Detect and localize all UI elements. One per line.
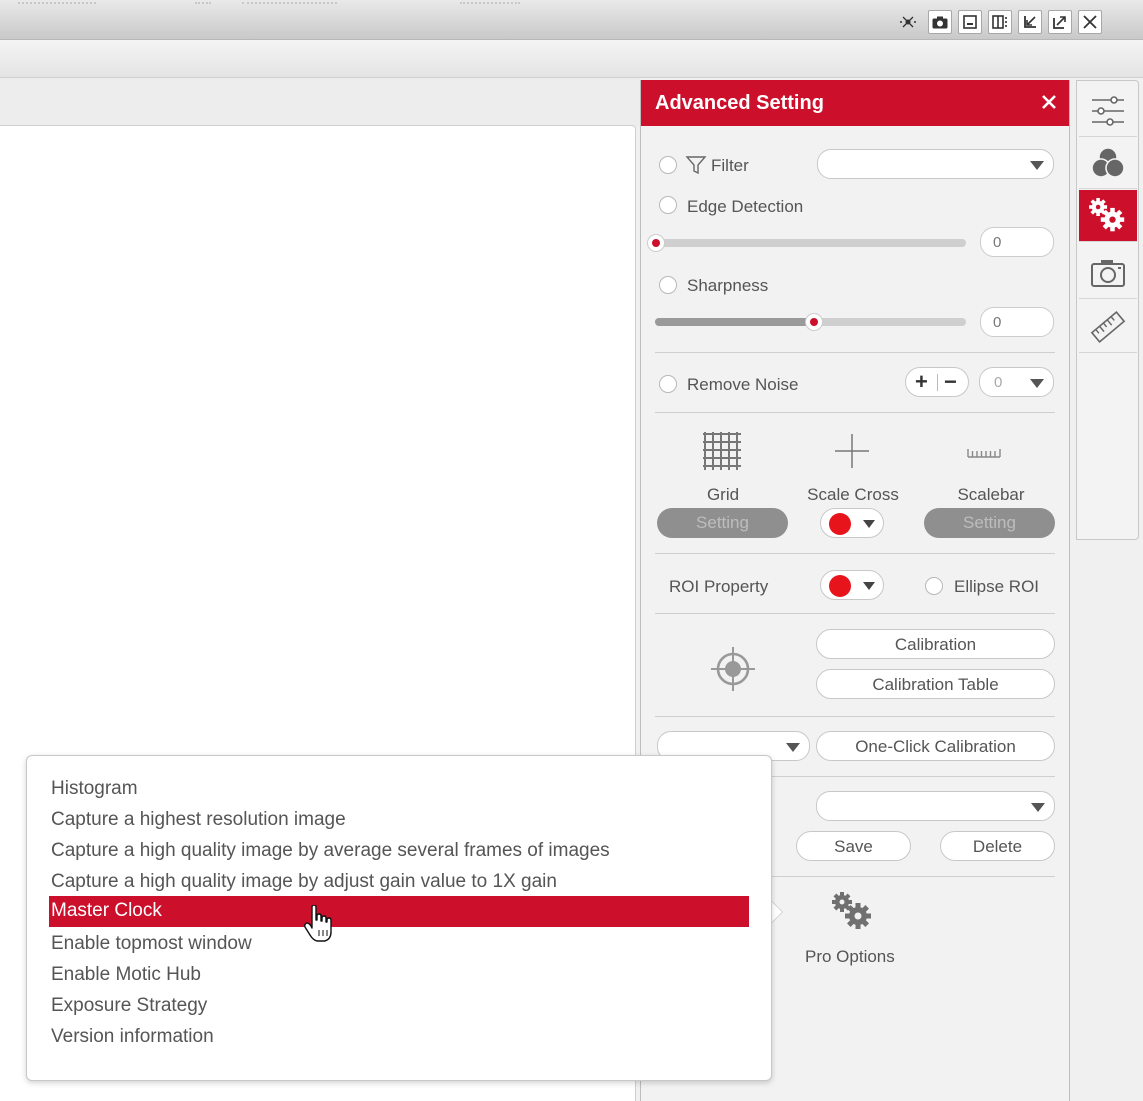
remove-noise-label: Remove Noise <box>687 375 799 394</box>
sharpness-radio[interactable] <box>659 276 677 294</box>
edge-detection-radio[interactable] <box>659 196 677 214</box>
menu-item-master-clock[interactable]: Master Clock <box>49 896 749 927</box>
camera-icon <box>1091 259 1125 287</box>
sharpness-value[interactable]: 0 <box>980 307 1054 337</box>
divider <box>655 613 1055 614</box>
title-bar <box>0 0 1143 40</box>
menu-item-exposure-strategy[interactable]: Exposure Strategy <box>49 991 749 1022</box>
stepper-divider <box>937 374 938 391</box>
crosshair-icon <box>709 645 757 698</box>
camera-icon[interactable] <box>928 10 952 34</box>
grid-setting-button[interactable]: Setting <box>657 508 788 538</box>
pro-options-menu: Histogram Capture a highest resolution i… <box>26 755 772 1081</box>
scalebar-icon[interactable] <box>967 444 1001 465</box>
chevron-down-icon <box>1031 803 1045 812</box>
noise-level-select[interactable]: 0 <box>979 367 1054 397</box>
scale-cross-label: Scale Cross <box>807 485 899 504</box>
gears-icon[interactable] <box>831 892 875 937</box>
ruler-icon <box>1090 310 1126 343</box>
ellipse-roi-label: Ellipse ROI <box>954 577 1040 596</box>
profile-select[interactable] <box>816 791 1055 821</box>
menu-item-enable-motic-hub[interactable]: Enable Motic Hub <box>49 960 749 991</box>
side-tab-bar <box>1076 80 1139 540</box>
color-circles-icon <box>1091 146 1125 178</box>
menu-item-capture-highest-resolution[interactable]: Capture a highest resolution image <box>49 805 749 836</box>
tab-advanced-setting[interactable] <box>1079 190 1137 242</box>
layout-icon[interactable] <box>988 10 1012 34</box>
title-placeholder <box>460 2 520 5</box>
sharpness-label: Sharpness <box>687 276 769 295</box>
chevron-down-icon <box>1030 161 1044 170</box>
audio-icon[interactable] <box>896 10 920 34</box>
menu-item-capture-1x-gain[interactable]: Capture a high quality image by adjust g… <box>49 867 749 898</box>
color-swatch <box>829 575 851 597</box>
panel-close-button[interactable] <box>1041 88 1057 117</box>
noise-plus-button[interactable]: + <box>915 369 928 395</box>
minimize-icon[interactable] <box>958 10 982 34</box>
menu-item-version-information[interactable]: Version information <box>49 1022 749 1053</box>
grid-icon[interactable] <box>701 430 743 477</box>
toolbar <box>0 40 1143 78</box>
scalebar-label: Scalebar <box>957 485 1025 504</box>
maximize-icon[interactable] <box>1048 10 1072 34</box>
menu-item-enable-topmost-window[interactable]: Enable topmost window <box>49 929 749 960</box>
calibration-table-button[interactable]: Calibration Table <box>816 669 1055 699</box>
panel-header: Advanced Setting <box>641 80 1069 126</box>
scale-cross-color-picker[interactable] <box>820 508 884 538</box>
title-placeholder <box>195 2 211 5</box>
tab-strip <box>0 78 640 126</box>
sharpness-slider-handle[interactable] <box>805 313 823 331</box>
edge-detection-value[interactable]: 0 <box>980 227 1054 257</box>
noise-stepper[interactable]: + − <box>905 367 969 397</box>
title-placeholder <box>18 2 96 5</box>
chevron-down-icon <box>1030 379 1044 388</box>
remove-noise-radio[interactable] <box>659 375 677 393</box>
ellipse-roi-radio[interactable] <box>925 577 943 595</box>
tab-color[interactable] <box>1079 137 1137 189</box>
calibration-button[interactable]: Calibration <box>816 629 1055 659</box>
panel-title: Advanced Setting <box>655 92 824 114</box>
close-icon <box>1042 95 1056 109</box>
chevron-down-icon <box>786 743 800 752</box>
divider <box>655 412 1055 413</box>
grid-label: Grid <box>706 485 740 504</box>
divider <box>655 553 1055 554</box>
tab-capture[interactable] <box>1079 247 1137 299</box>
hand-cursor-icon <box>304 904 332 948</box>
filter-label: Filter <box>711 156 749 175</box>
roi-property-label: ROI Property <box>669 577 769 596</box>
menu-item-histogram[interactable]: Histogram <box>49 774 749 805</box>
tab-adjustments[interactable] <box>1079 85 1137 137</box>
divider <box>655 716 1055 717</box>
close-icon[interactable] <box>1078 10 1102 34</box>
pro-options-label: Pro Options <box>805 947 895 966</box>
roi-color-picker[interactable] <box>820 570 884 600</box>
divider <box>655 352 1055 353</box>
one-click-calibration-button[interactable]: One-Click Calibration <box>816 731 1055 761</box>
edge-detection-slider-handle[interactable] <box>647 234 665 252</box>
filter-icon <box>685 154 707 181</box>
chevron-down-icon <box>863 520 875 528</box>
scalebar-setting-button[interactable]: Setting <box>924 508 1055 538</box>
filter-radio[interactable] <box>659 156 677 174</box>
scale-cross-icon[interactable] <box>834 433 870 474</box>
tab-measure[interactable] <box>1079 301 1137 353</box>
delete-button[interactable]: Delete <box>940 831 1055 861</box>
noise-minus-button[interactable]: − <box>944 369 957 395</box>
title-placeholder <box>242 2 337 5</box>
gears-icon <box>1089 197 1125 231</box>
sliders-icon <box>1092 95 1124 126</box>
filter-select[interactable] <box>817 149 1054 179</box>
edge-detection-slider[interactable] <box>653 239 966 247</box>
color-swatch <box>829 513 851 535</box>
restore-icon[interactable] <box>1018 10 1042 34</box>
save-button[interactable]: Save <box>796 831 911 861</box>
menu-item-capture-average-frames[interactable]: Capture a high quality image by average … <box>49 836 749 867</box>
edge-detection-label: Edge Detection <box>687 197 804 216</box>
chevron-down-icon <box>863 582 875 590</box>
